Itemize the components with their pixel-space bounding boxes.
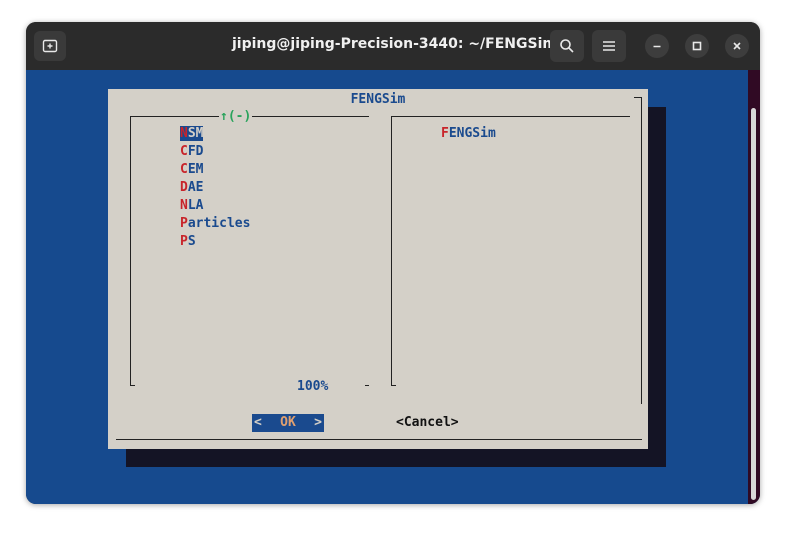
menu-item-cem[interactable]: CEM xyxy=(180,161,203,179)
new-tab-icon xyxy=(42,39,58,53)
menu-item-nsm[interactable]: NSM xyxy=(180,125,204,143)
minimize-icon xyxy=(653,45,661,48)
list-box-left xyxy=(130,116,131,386)
search-icon xyxy=(560,39,574,53)
maximize-icon xyxy=(692,41,702,51)
list-box-bottom-left xyxy=(130,385,135,386)
right-panel-bottom xyxy=(391,385,396,386)
right-panel-label: ENGSim xyxy=(448,126,496,141)
search-button[interactable] xyxy=(550,30,584,62)
menu-item-dae[interactable]: DAE xyxy=(180,179,203,197)
scroll-percentage: 100% xyxy=(297,379,329,394)
dialog-title: FENGSim xyxy=(350,92,406,107)
close-icon xyxy=(733,42,741,50)
menu-item-ps[interactable]: PS xyxy=(180,233,196,251)
menu-item-label: SM xyxy=(187,126,204,141)
window-title: jiping@jiping-Precision-3440: ~/FENGSim/… xyxy=(231,36,580,52)
menu-item-hotkey: N xyxy=(180,198,188,213)
cancel-button[interactable]: <Cancel> xyxy=(396,414,459,432)
menu-item-cfd[interactable]: CFD xyxy=(180,143,203,161)
menu-item-hotkey: P xyxy=(180,216,188,231)
minimize-button[interactable] xyxy=(645,34,669,58)
menu-item-particles[interactable]: Particles xyxy=(180,215,250,233)
menu-item-hotkey: D xyxy=(180,180,188,195)
scroll-up-indicator: ↑(-) xyxy=(219,109,253,124)
right-panel-hotkey: F xyxy=(441,126,449,141)
close-button[interactable] xyxy=(725,34,749,58)
scrollbar-track[interactable] xyxy=(748,70,760,504)
ok-button[interactable]: < OK > xyxy=(252,414,324,432)
terminal-area[interactable]: FENGSim ↑(-) NSM CFD CEM DAE NLA Particl… xyxy=(26,70,760,504)
menu-item-label: FD xyxy=(187,144,204,159)
frame-right xyxy=(641,97,642,404)
menu-item-hotkey: C xyxy=(180,162,188,177)
menu-item-label: S xyxy=(187,234,196,249)
menu-item-hotkey: C xyxy=(180,144,188,159)
menu-item-label: LA xyxy=(187,198,204,213)
terminal-window: jiping@jiping-Precision-3440: ~/FENGSim/… xyxy=(26,22,760,504)
ok-right-bracket: > xyxy=(314,415,322,430)
title-bar: jiping@jiping-Precision-3440: ~/FENGSim/… xyxy=(26,22,760,70)
right-panel-top xyxy=(391,116,630,117)
menu-item-hotkey: P xyxy=(180,234,188,249)
menu-item-label: EM xyxy=(187,162,204,177)
menu-item-hotkey: N xyxy=(180,126,188,141)
hamburger-menu-icon xyxy=(603,41,615,51)
menu-item-nla[interactable]: NLA xyxy=(180,197,203,215)
frame-bottom xyxy=(116,439,642,440)
right-panel-left xyxy=(391,116,392,386)
menu-item-label: AE xyxy=(187,180,204,195)
list-box-bottom-right xyxy=(365,385,369,386)
new-tab-button[interactable] xyxy=(34,31,66,61)
menu-button[interactable] xyxy=(592,30,626,62)
scrollbar-thumb[interactable] xyxy=(751,108,756,500)
fengsim-dialog: FENGSim ↑(-) NSM CFD CEM DAE NLA Particl… xyxy=(108,89,648,449)
maximize-button[interactable] xyxy=(685,34,709,58)
right-panel-text: FENGSim xyxy=(441,126,496,141)
menu-item-label: articles xyxy=(187,216,251,231)
